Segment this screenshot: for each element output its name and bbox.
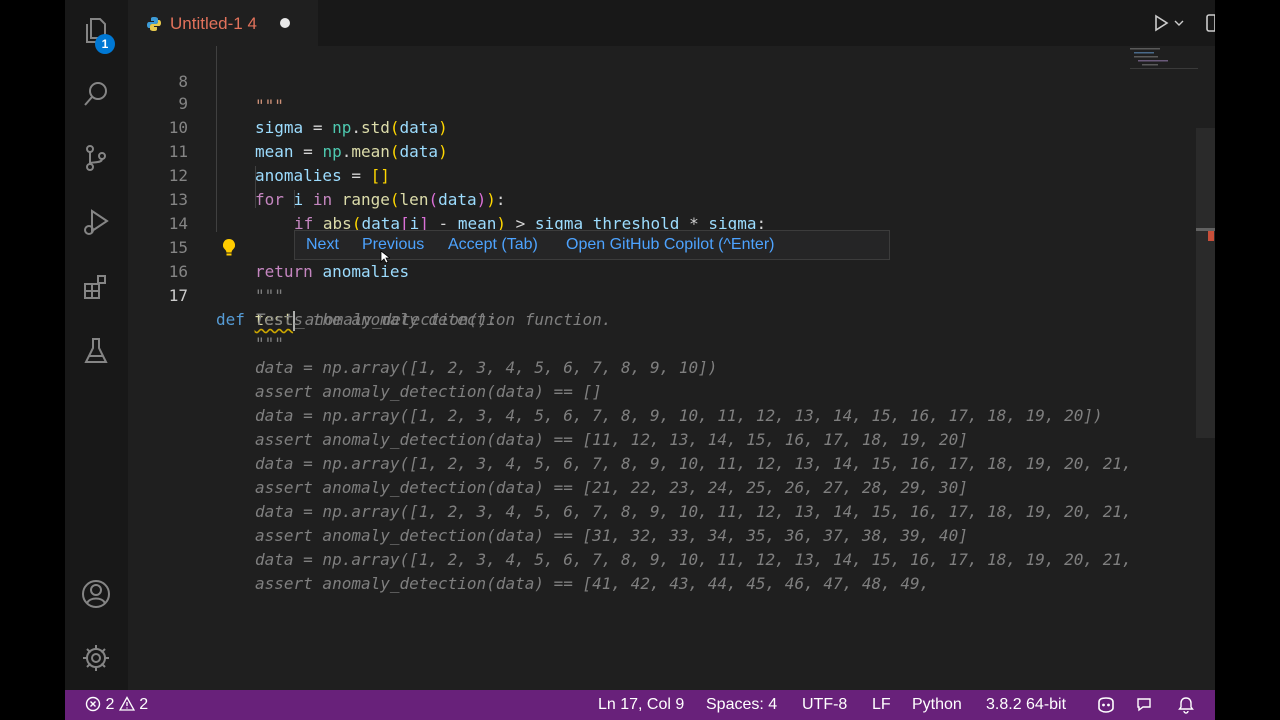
run-options-chevron-icon[interactable] — [1172, 12, 1186, 34]
status-bar: 2 2 Ln 17, Col 9 Spaces: 4 UTF-8 LF Pyth… — [65, 690, 1215, 720]
copilot-accept-button[interactable]: Accept (Tab) — [448, 236, 538, 254]
line-ending[interactable]: LF — [872, 696, 891, 714]
code-line: 8 """ — [178, 72, 284, 115]
mouse-pointer-icon — [380, 250, 390, 264]
ghost-line: """ — [255, 286, 284, 305]
ghost-line: assert anomaly_detection(data) == [41, 4… — [255, 574, 930, 593]
encoding[interactable]: UTF-8 — [802, 696, 847, 714]
ghost-line: Tests the anomaly detection function. — [255, 310, 612, 329]
code-line: 12 for i in range(len(data)): — [168, 166, 506, 209]
extensions-icon[interactable] — [79, 270, 113, 304]
error-icon — [85, 696, 101, 712]
ghost-line: data = np.array([1, 2, 3, 4, 5, 6, 7, 8,… — [255, 406, 1103, 425]
python-file-icon — [147, 17, 161, 31]
copilot-previous-button[interactable]: Previous — [362, 236, 424, 254]
ghost-line: assert anomaly_detection(data) == [21, 2… — [255, 478, 968, 497]
code-line-active: 17 def test _anomaly_detection(): — [168, 286, 498, 331]
right-letterbox — [1215, 0, 1280, 720]
tab-title: Untitled-1 4 — [170, 14, 257, 33]
vscode-window: 1 Untitled-1 4 8 """ 9 sigma = np.std(da… — [65, 0, 1215, 720]
vertical-scrollbar[interactable] — [1196, 128, 1215, 438]
indentation[interactable]: Spaces: 4 — [706, 696, 777, 714]
ghost-line: assert anomaly_detection(data) == [] — [255, 382, 602, 401]
cursor-position[interactable]: Ln 17, Col 9 — [598, 696, 684, 714]
explorer-badge: 1 — [95, 34, 115, 54]
copilot-open-button[interactable]: Open GitHub Copilot (^Enter) — [566, 236, 774, 254]
ghost-line: data = np.array([1, 2, 3, 4, 5, 6, 7, 8,… — [255, 454, 1132, 473]
ghost-line: data = np.array([1, 2, 3, 4, 5, 6, 7, 8,… — [255, 550, 1132, 569]
copilot-icon[interactable] — [1096, 696, 1116, 714]
ghost-line: """ — [255, 334, 284, 353]
code-line: 14 anomalies.append(i) — [168, 214, 516, 257]
ghost-line: data = np.array([1, 2, 3, 4, 5, 6, 7, 8,… — [255, 358, 718, 377]
scrollbar-error-marker — [1208, 231, 1214, 241]
minimap[interactable] — [1128, 46, 1198, 76]
language-mode[interactable]: Python — [912, 696, 962, 714]
activity-bar: 1 — [65, 0, 128, 690]
lightbulb-icon[interactable] — [220, 238, 238, 258]
warning-icon — [118, 696, 135, 711]
ghost-line: assert anomaly_detection(data) == [11, 1… — [255, 430, 968, 449]
code-editor[interactable]: 8 """ 9 sigma = np.std(data) 10 mean = n… — [128, 46, 1215, 690]
feedback-icon[interactable] — [1136, 696, 1154, 714]
editor-tab-bar: Untitled-1 4 — [128, 0, 1215, 47]
copilot-next-button[interactable]: Next — [306, 236, 339, 254]
notifications-bell-icon[interactable] — [1177, 696, 1195, 714]
unsaved-dot-icon[interactable] — [280, 18, 290, 28]
left-letterbox — [0, 0, 65, 720]
run-python-file-icon[interactable] — [1150, 12, 1172, 34]
run-debug-icon[interactable] — [79, 205, 113, 239]
source-control-icon[interactable] — [79, 141, 113, 175]
code-line: 13 if abs(data[i] - mean) > sigma_thresh… — [168, 190, 767, 233]
testing-icon[interactable] — [79, 334, 113, 368]
code-line: 9 sigma = np.std(data) — [178, 94, 448, 137]
account-icon[interactable] — [79, 577, 113, 611]
code-line: 11 anomalies = [] — [168, 142, 390, 185]
settings-gear-icon[interactable] — [79, 641, 113, 675]
python-interpreter[interactable]: 3.8.2 64-bit — [986, 696, 1066, 714]
tab-untitled-1[interactable]: Untitled-1 4 — [128, 0, 318, 47]
code-line: 10 mean = np.mean(data) — [168, 118, 448, 161]
tab-problems-count: 4 — [247, 14, 257, 33]
ghost-line: assert anomaly_detection(data) == [31, 3… — [255, 526, 968, 545]
ghost-line: data = np.array([1, 2, 3, 4, 5, 6, 7, 8,… — [255, 502, 1132, 521]
split-editor-icon[interactable] — [1204, 12, 1215, 34]
search-icon[interactable] — [79, 77, 113, 111]
problems-indicator[interactable]: 2 2 — [85, 696, 148, 714]
